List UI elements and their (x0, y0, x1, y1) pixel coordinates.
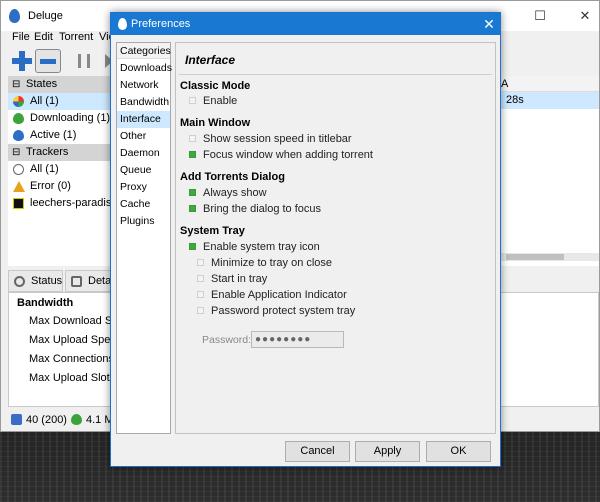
main-window-heading: Main Window (180, 117, 251, 129)
category-downloads[interactable]: Downloads (117, 60, 172, 77)
checkbox-label: Focus window when adding torrent (203, 149, 373, 161)
menu-file[interactable]: File (12, 31, 30, 43)
checkbox-label: Show session speed in titlebar (203, 133, 352, 145)
main-window-title: Deluge (28, 10, 63, 22)
tab-label: Details (88, 275, 111, 287)
deluge-app-icon (118, 18, 127, 30)
collapse-icon[interactable]: ⊟ (12, 76, 20, 93)
checkbox-checked[interactable] (189, 151, 196, 158)
checkbox-unchecked[interactable] (197, 291, 204, 298)
dialog-title: Preferences (131, 18, 191, 30)
tab-status[interactable]: Status (8, 270, 63, 292)
states-header-label: States (26, 78, 58, 90)
maximize-icon[interactable]: ☐ (530, 7, 550, 25)
filter-tracker-error[interactable]: Error (0) (8, 178, 111, 195)
categories-header: Categories (117, 43, 171, 59)
pause-icon[interactable] (78, 54, 90, 68)
tracker-favicon-icon (13, 198, 24, 209)
download-speed-icon (71, 414, 82, 425)
trackers-header[interactable]: ⊟ Trackers (8, 144, 111, 161)
filter-state-all[interactable]: All (1) (8, 93, 111, 110)
checkbox-label: Start in tray (211, 273, 268, 285)
connections-count[interactable]: 40 (200) (26, 414, 67, 426)
checkbox-checked[interactable] (189, 205, 196, 212)
max-connections-label: Max Connections: (29, 353, 118, 365)
checkbox-unchecked[interactable] (197, 275, 204, 282)
password-label: Password: (202, 334, 252, 346)
category-other[interactable]: Other (117, 128, 170, 145)
details-icon (71, 276, 82, 287)
category-bandwidth[interactable]: Bandwidth (117, 94, 170, 111)
all-states-icon (13, 96, 24, 107)
status-icon (14, 276, 25, 287)
add-torrent-icon[interactable] (11, 50, 33, 72)
warning-icon (13, 181, 25, 192)
torrent-eta: 28s (506, 94, 524, 106)
category-interface[interactable]: Interface (117, 111, 170, 128)
category-network[interactable]: Network (117, 77, 170, 94)
filter-state-downloading[interactable]: Downloading (1) (8, 110, 111, 127)
max-upload-slots-label: Max Upload Slots: (29, 372, 119, 384)
checkbox-unchecked[interactable] (189, 135, 196, 142)
tab-label: Status (31, 275, 63, 287)
classic-mode-heading: Classic Mode (180, 80, 251, 92)
checkbox-unchecked[interactable] (197, 307, 204, 314)
checkbox-label: Enable (203, 95, 238, 107)
filter-label: leechers-paradise.org (30, 197, 111, 209)
tracker-all-icon (13, 164, 24, 175)
filter-sidebar: ⊟ States All (1) Downloading (1) Active … (8, 76, 111, 266)
checkbox-unchecked[interactable] (197, 259, 204, 266)
preferences-dialog: Preferences ✕ Categories Downloads Netwo… (110, 12, 501, 467)
checkbox-checked[interactable] (189, 243, 196, 250)
bandwidth-title: Bandwidth (17, 297, 74, 309)
category-cache[interactable]: Cache (117, 196, 170, 213)
interface-settings-pane: Interface Classic Mode Enable Main Windo… (175, 42, 496, 434)
close-icon[interactable]: ✕ (575, 7, 595, 25)
checkbox-checked[interactable] (189, 189, 196, 196)
checkbox-label: Bring the dialog to focus (203, 203, 322, 215)
add-torrents-heading: Add Torrents Dialog (180, 171, 285, 183)
category-queue[interactable]: Queue (117, 162, 170, 179)
password-field[interactable]: ●●●●●●●● (251, 331, 344, 348)
system-tray-heading: System Tray (180, 225, 245, 237)
cancel-button[interactable]: Cancel (285, 441, 350, 462)
checkbox-label: Always show (203, 187, 267, 199)
apply-button[interactable]: Apply (355, 441, 420, 462)
filter-tracker-leechers[interactable]: leechers-paradise.org (8, 195, 111, 212)
filter-label: All (1) (30, 95, 59, 107)
checkbox-label: Enable Application Indicator (211, 289, 347, 301)
pane-title: Interface (185, 53, 236, 67)
category-plugins[interactable]: Plugins (117, 213, 170, 230)
filter-label: Active (1) (30, 129, 77, 141)
category-proxy[interactable]: Proxy (117, 179, 170, 196)
categories-list: Categories Downloads Network Bandwidth I… (116, 42, 172, 434)
checkbox-label: Minimize to tray on close (211, 257, 333, 269)
tab-details[interactable]: Details (65, 270, 111, 292)
ok-button[interactable]: OK (426, 441, 491, 462)
trackers-header-label: Trackers (26, 146, 69, 158)
downloading-icon (13, 113, 24, 124)
remove-torrent-icon[interactable] (35, 49, 61, 73)
scrollbar-thumb[interactable] (506, 254, 564, 260)
filter-label: Downloading (1) (30, 112, 111, 124)
states-header[interactable]: ⊟ States (8, 76, 111, 93)
column-header-eta[interactable]: A (501, 78, 508, 90)
filter-label: All (1) (30, 163, 59, 175)
active-icon (13, 130, 24, 141)
divider (179, 74, 492, 75)
close-icon[interactable]: ✕ (480, 15, 498, 33)
filter-tracker-all[interactable]: All (1) (8, 161, 111, 178)
checkbox-label: Enable system tray icon (203, 241, 320, 253)
collapse-icon[interactable]: ⊟ (12, 144, 20, 161)
connections-icon (11, 414, 22, 425)
menu-torrent[interactable]: Torrent (59, 31, 93, 43)
filter-state-active[interactable]: Active (1) (8, 127, 111, 144)
checkbox-unchecked[interactable] (189, 97, 196, 104)
category-daemon[interactable]: Daemon (117, 145, 170, 162)
deluge-app-icon (9, 9, 20, 23)
menu-edit[interactable]: Edit (34, 31, 53, 43)
checkbox-label: Password protect system tray (211, 305, 356, 317)
filter-label: Error (0) (30, 180, 71, 192)
dialog-titlebar[interactable]: Preferences ✕ (111, 13, 500, 35)
